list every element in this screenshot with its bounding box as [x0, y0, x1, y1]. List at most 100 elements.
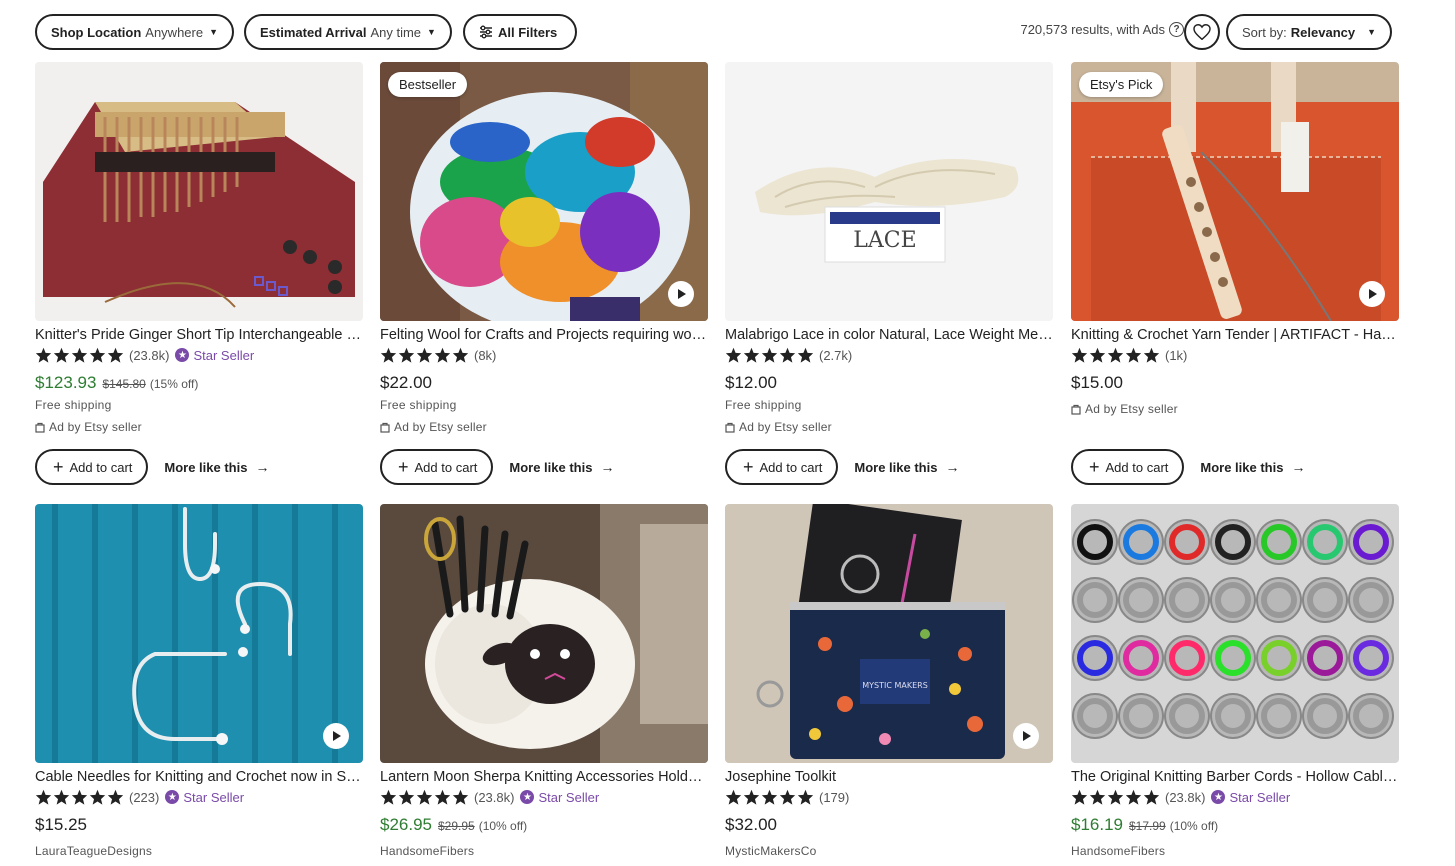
star-seller-label: Star Seller	[193, 347, 255, 363]
original-price: $145.80	[102, 377, 146, 391]
five-star-rating-icon	[1071, 789, 1161, 805]
listing-card[interactable]: The Original Knitting Barber Cords - Hol…	[1071, 504, 1399, 858]
listing-image[interactable]: Etsy's Pick	[1071, 62, 1399, 321]
more-like-this-link[interactable]: More like this →	[509, 459, 614, 475]
rating-row: (2.7k)	[725, 346, 1053, 364]
card-actions: + Add to cart More like this →	[380, 449, 614, 485]
play-video-button[interactable]	[668, 281, 694, 307]
listing-title[interactable]: Lantern Moon Sherpa Knitting Accessories…	[380, 769, 708, 785]
filter-label: Estimated Arrival	[260, 24, 367, 40]
price-row: $32.00	[725, 815, 1053, 835]
sort-value: Relevancy	[1290, 24, 1356, 40]
more-like-this-link[interactable]: More like this →	[854, 459, 959, 475]
rating-row: (8k)	[380, 346, 708, 364]
listing-card[interactable]: Cable Needles for Knitting and Crochet n…	[35, 504, 363, 858]
sort-label: Sort by:	[1242, 24, 1287, 40]
ad-text: Ad by Etsy seller	[49, 420, 142, 434]
sort-dropdown[interactable]: Sort by: Relevancy ▼	[1226, 14, 1393, 50]
price-row: $15.00	[1071, 373, 1399, 393]
more-like-this-label: More like this	[509, 459, 593, 475]
listing-title[interactable]: Josephine Toolkit	[725, 769, 1053, 785]
listing-title[interactable]: The Original Knitting Barber Cords - Hol…	[1071, 769, 1399, 785]
listing-card[interactable]: Knitter's Pride Ginger Short Tip Interch…	[35, 62, 363, 485]
star-seller-badge: ★ Star Seller	[175, 348, 254, 363]
listing-image[interactable]	[380, 504, 708, 763]
rating-row: (1k)	[1071, 346, 1399, 364]
barber-cords-art	[1071, 504, 1399, 763]
free-shipping: Free shipping	[725, 398, 802, 412]
add-to-cart-button[interactable]: + Add to cart	[380, 449, 494, 485]
listing-image[interactable]: MYSTIC MAKERS	[725, 504, 1053, 763]
review-count: (223)	[129, 789, 160, 805]
listing-card[interactable]: Lantern Moon Sherpa Knitting Accessories…	[380, 504, 708, 858]
five-star-rating-icon	[1071, 347, 1161, 363]
sale-price: $26.95	[380, 815, 432, 834]
listing-title[interactable]: Knitting & Crochet Yarn Tender | ARTIFAC…	[1071, 327, 1399, 343]
price: $15.25	[35, 815, 87, 834]
favorite-search-button[interactable]	[1184, 14, 1220, 50]
card-actions: + Add to cart More like this →	[1071, 449, 1305, 485]
add-to-cart-button[interactable]: + Add to cart	[725, 449, 839, 485]
review-count: (2.7k)	[819, 347, 853, 363]
star-seller-icon: ★	[520, 790, 535, 804]
estimated-arrival-filter[interactable]: Estimated Arrival Any time ▼	[244, 14, 452, 50]
price-row: $12.00	[725, 373, 1053, 393]
original-price: $29.95	[438, 819, 475, 833]
five-star-rating-icon	[35, 789, 125, 805]
add-to-cart-button[interactable]: + Add to cart	[35, 449, 149, 485]
price: $32.00	[725, 815, 777, 834]
listing-image[interactable]: Bestseller	[380, 62, 708, 321]
listing-title[interactable]: Felting Wool for Crafts and Projects req…	[380, 327, 708, 343]
play-icon	[333, 731, 341, 741]
shop-name[interactable]: HandsomeFibers	[1071, 844, 1399, 858]
shop-name[interactable]: HandsomeFibers	[380, 844, 708, 858]
review-count: (23.8k)	[129, 347, 170, 363]
play-video-button[interactable]	[1359, 281, 1385, 307]
listing-image[interactable]	[35, 504, 363, 763]
filter-value: Anywhere	[145, 24, 204, 40]
ad-label: Ad by Etsy seller	[35, 420, 363, 434]
listing-title[interactable]: Knitter's Pride Ginger Short Tip Interch…	[35, 327, 363, 343]
price-row: $16.19 $17.99 (10% off)	[1071, 815, 1399, 835]
shop-name[interactable]: LauraTeagueDesigns	[35, 844, 363, 858]
discount-percent: (15% off)	[149, 377, 199, 391]
listing-card[interactable]: Bestseller Felting Wool for Crafts and P…	[380, 62, 708, 485]
arrow-right-icon: →	[1291, 459, 1306, 475]
ad-text: Ad by Etsy seller	[739, 420, 832, 434]
add-to-cart-button[interactable]: + Add to cart	[1071, 449, 1185, 485]
listing-card[interactable]: MYSTIC MAKERS Josephine Toolkit (179) $3…	[725, 504, 1053, 858]
listing-image[interactable]: LACE	[725, 62, 1053, 321]
five-star-rating-icon	[725, 789, 815, 805]
rating-row: (23.8k) ★ Star Seller	[1071, 788, 1399, 806]
review-count: (179)	[819, 789, 850, 805]
ad-icon	[35, 422, 45, 433]
price: $15.00	[1071, 373, 1123, 392]
arrow-right-icon: →	[600, 459, 615, 475]
five-star-rating-icon	[35, 347, 125, 363]
star-seller-label: Star Seller	[538, 789, 600, 805]
listing-image[interactable]	[35, 62, 363, 321]
shop-location-filter[interactable]: Shop Location Anywhere ▼	[35, 14, 235, 50]
listing-title[interactable]: Malabrigo Lace in color Natural, Lace We…	[725, 327, 1053, 343]
listing-card[interactable]: Etsy's Pick Knitting & Crochet Yarn Tend…	[1071, 62, 1399, 485]
ad-icon	[380, 422, 390, 433]
all-filters-label: All Filters	[498, 24, 558, 40]
listing-image[interactable]	[1071, 504, 1399, 763]
more-like-this-link[interactable]: More like this →	[164, 459, 269, 475]
play-video-button[interactable]	[1013, 723, 1039, 749]
listing-card[interactable]: LACE Malabrigo Lace in color Natural, La…	[725, 62, 1053, 485]
caret-down-icon: ▼	[427, 27, 436, 37]
star-seller-icon: ★	[1211, 790, 1226, 804]
svg-text:MYSTIC MAKERS: MYSTIC MAKERS	[862, 681, 928, 690]
more-like-this-link[interactable]: More like this →	[1200, 459, 1305, 475]
star-seller-badge: ★ Star Seller	[520, 790, 599, 805]
help-icon[interactable]: ?	[1169, 22, 1184, 37]
sale-price: $123.93	[35, 373, 97, 392]
listing-title[interactable]: Cable Needles for Knitting and Crochet n…	[35, 769, 363, 785]
star-seller-label: Star Seller	[1229, 789, 1291, 805]
shop-name[interactable]: MysticMakersCo	[725, 844, 1053, 858]
all-filters-button[interactable]: All Filters	[463, 14, 578, 50]
discount-percent: (10% off)	[1169, 819, 1219, 833]
play-video-button[interactable]	[323, 723, 349, 749]
svg-text:LACE: LACE	[853, 228, 916, 253]
